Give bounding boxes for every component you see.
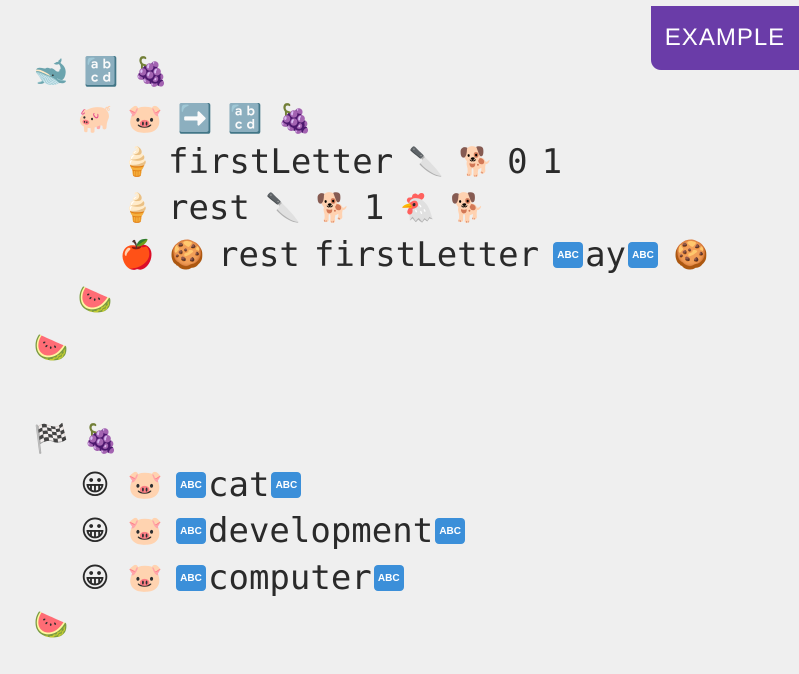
string-end-icon: ABC (271, 472, 302, 498)
watermelon-icon: 🍉 (33, 608, 69, 641)
ice-cream-icon: 🍦 (119, 145, 155, 178)
string-end-icon: ABC (628, 242, 659, 268)
abcd-icon: 🔡 (83, 55, 119, 88)
abcd-icon: 🔡 (227, 102, 263, 135)
code-line-10: 😀 🐷 ABC development ABC (76, 509, 479, 553)
apple-icon: 🍎 (119, 238, 155, 271)
knife-icon: 🔪 (408, 145, 444, 178)
code-line-9: 😀 🐷 ABC cat ABC (76, 463, 315, 507)
code-example-panel: EXAMPLE 🐋 🔡 🍇 🐖 🐷 ➡️ 🔡 🍇 🍦 firstLetter 🔪… (0, 0, 799, 674)
grapes-icon: 🍇 (277, 102, 313, 135)
code-line-5: 🍎 🍪 rest firstLetter ABC ay ABC 🍪 (118, 233, 722, 277)
cookie-icon: 🍪 (169, 238, 205, 271)
string-literal: ABC cat ABC (176, 465, 302, 505)
example-badge: EXAMPLE (651, 6, 799, 70)
pig-face-icon: 🐷 (127, 102, 163, 135)
watermelon-icon: 🍉 (33, 331, 69, 364)
watermelon-icon: 🍉 (77, 283, 113, 316)
pig-face-icon: 🐷 (127, 468, 163, 501)
chicken-icon: 🐔 (399, 191, 435, 224)
pig-face-icon: 🐷 (127, 514, 163, 547)
string-text: development (208, 511, 434, 551)
dog-icon: 🐕 (315, 191, 351, 224)
identifier: firstLetter (313, 235, 540, 275)
pig-face-icon: 🐷 (127, 561, 163, 594)
string-text: cat (208, 465, 270, 505)
knife-icon: 🔪 (265, 191, 301, 224)
string-start-icon: ABC (176, 472, 206, 498)
grapes-icon: 🍇 (83, 422, 119, 455)
string-literal: ABC ay ABC (553, 235, 659, 275)
code-line-11: 😀 🐷 ABC computer ABC (76, 556, 418, 600)
code-line-3: 🍦 firstLetter 🔪 🐕 0 1 (118, 140, 576, 184)
string-end-icon: ABC (373, 565, 404, 591)
code-line-7: 🍉 (32, 326, 82, 370)
string-start-icon: ABC (176, 518, 206, 544)
whale-icon: 🐋 (33, 55, 69, 88)
string-start-icon: ABC (176, 565, 206, 591)
number-literal: 1 (541, 142, 563, 182)
number-literal: 1 (363, 188, 385, 228)
grinning-face-icon: 😀 (80, 514, 110, 547)
cookie-icon: 🍪 (673, 238, 709, 271)
string-literal: ABC development ABC (176, 511, 466, 551)
identifier: firstLetter (168, 142, 394, 182)
grapes-icon: 🍇 (133, 55, 169, 88)
string-literal: ABC computer ABC (176, 558, 404, 598)
code-line-6: 🍉 (76, 278, 126, 322)
string-start-icon: ABC (553, 242, 584, 268)
grinning-face-icon: 😀 (80, 468, 110, 501)
code-line-2: 🐖 🐷 ➡️ 🔡 🍇 (76, 97, 326, 141)
pig-icon: 🐖 (77, 102, 113, 135)
identifier: rest (168, 188, 250, 228)
identifier: rest (218, 235, 300, 275)
checkered-flag-icon: 🏁 (33, 422, 69, 455)
arrow-right-icon: ➡️ (177, 102, 213, 135)
string-text: computer (208, 558, 372, 598)
ice-cream-icon: 🍦 (119, 191, 155, 224)
number-literal: 0 (507, 142, 528, 182)
code-line-4: 🍦 rest 🔪 🐕 1 🐔 🐕 (118, 186, 498, 230)
dog-icon: 🐕 (449, 191, 485, 224)
string-end-icon: ABC (435, 518, 466, 544)
grinning-face-icon: 😀 (80, 561, 110, 594)
code-line-8: 🏁 🍇 (32, 417, 132, 461)
string-text: ay (585, 235, 627, 275)
code-line-12: 🍉 (32, 603, 82, 647)
code-line-1: 🐋 🔡 🍇 (32, 50, 182, 94)
dog-icon: 🐕 (458, 145, 494, 178)
